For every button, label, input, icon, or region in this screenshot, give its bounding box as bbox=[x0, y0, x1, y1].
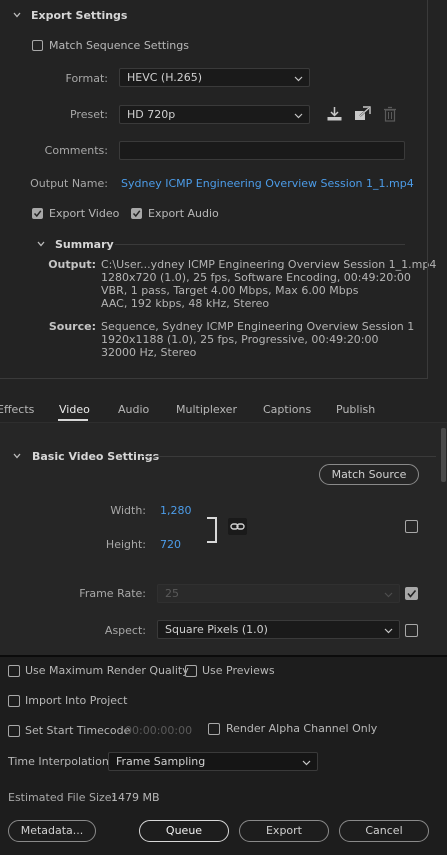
match-sequence-label: Match Sequence Settings bbox=[49, 39, 189, 52]
settings-tabbar: Effects Video Audio Multiplexer Captions… bbox=[0, 396, 447, 423]
panel-border bbox=[427, 0, 428, 378]
format-value: HEVC (H.265) bbox=[127, 71, 203, 84]
export-video-checkbox[interactable] bbox=[32, 208, 43, 219]
tab-audio[interactable]: Audio bbox=[118, 403, 149, 416]
export-audio-label: Export Audio bbox=[148, 207, 219, 220]
summary-source-values: Sequence, Sydney ICMP Engineering Overvi… bbox=[101, 320, 414, 359]
preset-value: HD 720p bbox=[127, 108, 176, 121]
set-start-timecode-label: Set Start Timecode bbox=[25, 724, 131, 737]
summary-output-key: Output: bbox=[48, 258, 96, 271]
time-interpolation-label: Time Interpolation: bbox=[8, 755, 113, 768]
basic-video-divider bbox=[141, 456, 436, 457]
export-button[interactable]: Export bbox=[239, 820, 329, 842]
chevron-down-icon bbox=[384, 625, 393, 638]
import-preset-icon[interactable] bbox=[354, 106, 371, 125]
constrain-proportions-button[interactable] bbox=[228, 518, 247, 535]
render-alpha-label: Render Alpha Channel Only bbox=[226, 722, 378, 735]
time-interpolation-dropdown[interactable]: Frame Sampling bbox=[108, 752, 318, 771]
tab-multiplexer[interactable]: Multiplexer bbox=[176, 403, 237, 416]
summary-source-line: 1920x1188 (1.0), 25 fps, Progressive, 00… bbox=[101, 333, 379, 346]
match-source-button[interactable]: Match Source bbox=[319, 464, 419, 485]
resolution-override-checkbox[interactable] bbox=[405, 520, 418, 533]
render-alpha-checkbox[interactable] bbox=[208, 723, 220, 735]
queue-button[interactable]: Queue bbox=[139, 820, 229, 842]
use-previews-checkbox[interactable] bbox=[185, 665, 197, 677]
export-audio-checkbox[interactable] bbox=[131, 208, 142, 219]
summary-output-line: AAC, 192 kbps, 48 kHz, Stereo bbox=[101, 297, 270, 310]
tab-effects[interactable]: Effects bbox=[0, 403, 34, 416]
height-value[interactable]: 720 bbox=[160, 538, 181, 551]
match-sequence-checkbox[interactable] bbox=[32, 40, 43, 51]
width-label: Width: bbox=[110, 504, 146, 517]
summary-output-line: 1280x720 (1.0), 25 fps, Software Encodin… bbox=[101, 271, 411, 284]
comments-input[interactable] bbox=[119, 141, 405, 160]
height-label: Height: bbox=[105, 538, 146, 551]
output-name-label: Output Name: bbox=[30, 177, 108, 190]
set-start-timecode-checkbox[interactable] bbox=[8, 725, 20, 737]
tab-captions[interactable]: Captions bbox=[263, 403, 311, 416]
export-options-panel: Use Maximum Render Quality Use Previews … bbox=[0, 655, 447, 855]
frame-rate-dropdown: 25 bbox=[157, 584, 400, 603]
preset-label: Preset: bbox=[69, 108, 108, 121]
basic-video-chevron-icon[interactable] bbox=[13, 452, 21, 460]
use-previews-label: Use Previews bbox=[202, 664, 275, 677]
delete-preset-icon bbox=[383, 106, 397, 125]
max-render-quality-label: Use Maximum Render Quality bbox=[25, 664, 189, 677]
summary-source-key: Source: bbox=[48, 320, 96, 333]
summary-title: Summary bbox=[55, 238, 114, 251]
comments-label: Comments: bbox=[44, 144, 108, 157]
export-settings-title: Export Settings bbox=[31, 9, 128, 22]
estimated-size-label: Estimated File Size: bbox=[8, 791, 116, 804]
chevron-down-icon bbox=[302, 757, 311, 770]
aspect-value: Square Pixels (1.0) bbox=[165, 623, 268, 636]
basic-video-panel: Basic Video Settings Match Source Width:… bbox=[0, 423, 447, 655]
time-interpolation-value: Frame Sampling bbox=[116, 755, 206, 768]
aspect-label: Aspect: bbox=[104, 624, 146, 637]
format-dropdown[interactable]: HEVC (H.265) bbox=[119, 68, 310, 87]
frame-rate-value: 25 bbox=[165, 587, 179, 600]
frame-rate-label: Frame Rate: bbox=[79, 587, 146, 600]
summary-output-line: C:\User...ydney ICMP Engineering Overvie… bbox=[101, 258, 437, 271]
active-tab-indicator bbox=[58, 419, 88, 421]
link-bracket bbox=[207, 517, 217, 543]
width-value[interactable]: 1,280 bbox=[160, 504, 192, 517]
summary-source-line: Sequence, Sydney ICMP Engineering Overvi… bbox=[101, 320, 415, 333]
metadata-button[interactable]: Metadata... bbox=[8, 820, 96, 842]
export-settings-panel: Export Settings Match Sequence Settings … bbox=[0, 0, 447, 392]
cancel-button[interactable]: Cancel bbox=[339, 820, 429, 842]
check-icon bbox=[132, 210, 141, 218]
frame-rate-checkbox[interactable] bbox=[405, 587, 418, 600]
start-timecode-value: 00:00:00:00 bbox=[125, 724, 193, 737]
summary-output-line: VBR, 1 pass, Target 4.00 Mbps, Max 6.00 … bbox=[101, 284, 359, 297]
aspect-checkbox[interactable] bbox=[405, 624, 418, 637]
preset-dropdown[interactable]: HD 720p bbox=[119, 105, 310, 124]
format-label: Format: bbox=[65, 72, 108, 85]
check-icon bbox=[407, 589, 417, 598]
save-preset-icon[interactable] bbox=[326, 106, 343, 125]
settings-scrollbar[interactable] bbox=[441, 428, 446, 482]
summary-divider bbox=[115, 244, 405, 245]
tab-video[interactable]: Video bbox=[59, 403, 90, 416]
chevron-down-icon bbox=[384, 589, 393, 602]
panel-border bbox=[0, 378, 428, 379]
output-name-link[interactable]: Sydney ICMP Engineering Overview Session… bbox=[121, 177, 414, 190]
chevron-down-icon bbox=[294, 73, 303, 86]
collapse-chevron-icon[interactable] bbox=[13, 11, 21, 19]
summary-output-values: C:\User...ydney ICMP Engineering Overvie… bbox=[101, 258, 436, 310]
import-into-project-label: Import Into Project bbox=[25, 694, 128, 707]
link-icon bbox=[230, 523, 245, 530]
aspect-dropdown[interactable]: Square Pixels (1.0) bbox=[157, 620, 400, 639]
tab-publish[interactable]: Publish bbox=[336, 403, 375, 416]
export-video-label: Export Video bbox=[49, 207, 120, 220]
estimated-size-value: 1479 MB bbox=[111, 791, 160, 804]
summary-source-line: 32000 Hz, Stereo bbox=[101, 346, 197, 359]
import-into-project-checkbox[interactable] bbox=[8, 695, 20, 707]
summary-chevron-icon[interactable] bbox=[37, 240, 45, 248]
max-render-quality-checkbox[interactable] bbox=[8, 665, 20, 677]
chevron-down-icon bbox=[294, 110, 303, 123]
check-icon bbox=[33, 210, 42, 218]
